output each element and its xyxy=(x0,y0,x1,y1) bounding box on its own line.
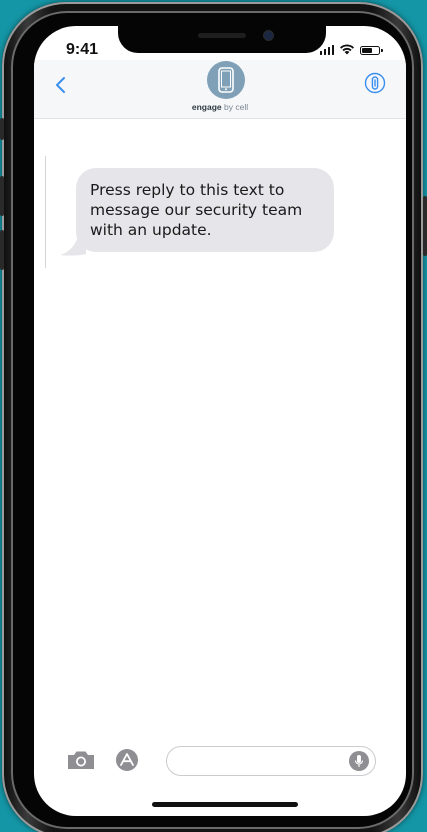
mute-switch xyxy=(0,118,4,140)
message-text: Press reply to this text to message our … xyxy=(90,181,303,239)
battery-icon xyxy=(360,46,383,55)
contact-avatar[interactable] xyxy=(207,61,245,99)
signal-icon xyxy=(319,44,334,55)
volume-down-button xyxy=(0,230,4,270)
compose-bar xyxy=(34,738,406,788)
status-time: 9:41 xyxy=(66,41,99,58)
incoming-message-bubble: Press reply to this text to message our … xyxy=(76,168,334,252)
wifi-icon xyxy=(340,44,354,55)
microphone-button[interactable] xyxy=(349,751,369,771)
front-camera xyxy=(264,31,273,40)
message-input-container[interactable] xyxy=(166,746,376,776)
info-icon[interactable] xyxy=(364,72,386,94)
phone-screen: 9:41 engage by cell Press reply to this … xyxy=(34,26,406,816)
volume-up-button xyxy=(0,176,4,216)
contact-suffix: by cell xyxy=(224,102,249,112)
app-store-icon[interactable] xyxy=(112,748,142,772)
status-icons xyxy=(319,44,383,55)
contact-name[interactable]: engage by cell xyxy=(34,102,406,112)
conversation-header: engage by cell xyxy=(34,60,406,119)
phone-icon xyxy=(218,67,234,93)
microphone-icon xyxy=(354,755,364,767)
home-indicator[interactable] xyxy=(152,802,298,807)
thread-divider xyxy=(45,156,46,268)
chevron-left-icon xyxy=(56,77,65,93)
back-button[interactable] xyxy=(48,70,72,100)
camera-icon[interactable] xyxy=(66,748,96,772)
earpiece-speaker xyxy=(198,33,246,38)
contact-brand: engage xyxy=(191,102,222,112)
notch xyxy=(118,26,326,53)
message-input[interactable] xyxy=(179,747,353,775)
power-button xyxy=(423,196,427,256)
